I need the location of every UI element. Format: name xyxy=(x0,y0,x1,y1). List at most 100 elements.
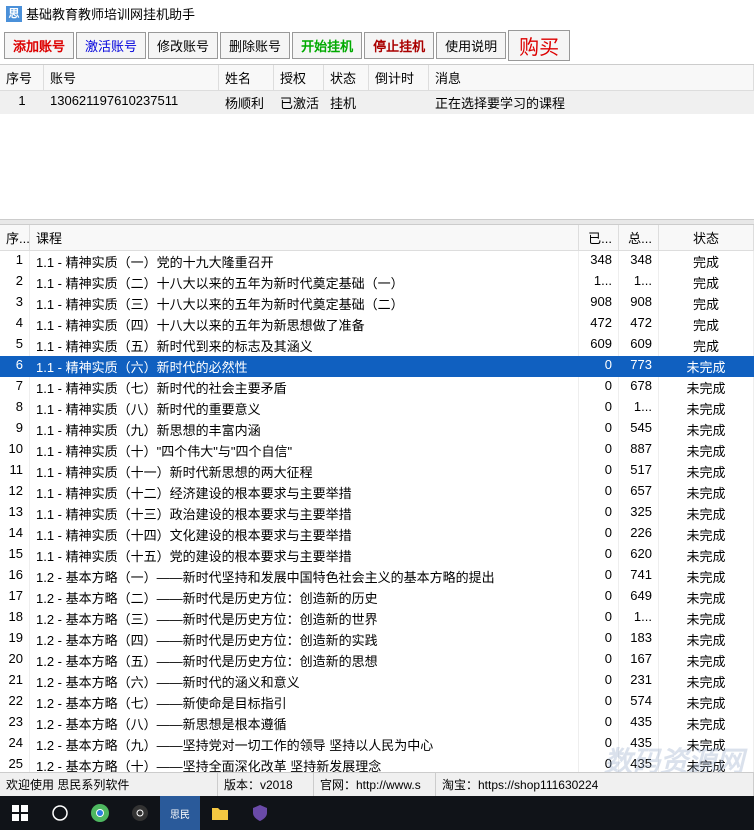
cell-idx: 12 xyxy=(0,482,30,503)
course-row[interactable]: 91.1 - 精神实质（九）新思想的丰富内涵0545未完成 xyxy=(0,419,754,440)
course-row[interactable]: 131.1 - 精神实质（十三）政治建设的根本要求与主要举措0325未完成 xyxy=(0,503,754,524)
accounts-header: 序号 账号 姓名 授权 状态 倒计时 消息 xyxy=(0,65,754,91)
activate-account-button[interactable]: 激活账号 xyxy=(76,32,146,59)
col-msg[interactable]: 消息 xyxy=(429,65,754,90)
cell-state: 未完成 xyxy=(659,650,754,671)
course-row[interactable]: 31.1 - 精神实质（三）十八大以来的五年为新时代奠定基础（二）908908完… xyxy=(0,293,754,314)
status-welcome: 欢迎使用 思民系列软件 xyxy=(0,773,218,796)
course-row[interactable]: 101.1 - 精神实质（十）"四个伟大"与"四个自信"0887未完成 xyxy=(0,440,754,461)
cell-done: 0 xyxy=(579,419,619,440)
course-row[interactable]: 241.2 - 基本方略（九）——坚持党对一切工作的领导 坚持以人民为中心043… xyxy=(0,734,754,755)
cell-state: 未完成 xyxy=(659,482,754,503)
cell-idx: 20 xyxy=(0,650,30,671)
cell-done: 0 xyxy=(579,440,619,461)
accounts-grid[interactable]: 1 130621197610237511 杨顺利 已激活 挂机 正在选择要学习的… xyxy=(0,91,754,219)
course-row[interactable]: 211.2 - 基本方略（六）——新时代的涵义和意义0231未完成 xyxy=(0,671,754,692)
cell-idx: 4 xyxy=(0,314,30,335)
course-row[interactable]: 21.1 - 精神实质（二）十八大以来的五年为新时代奠定基础（一）1...1..… xyxy=(0,272,754,293)
course-row[interactable]: 61.1 - 精神实质（六）新时代的必然性0773未完成 xyxy=(0,356,754,377)
cell-done: 0 xyxy=(579,461,619,482)
col-done[interactable]: 已... xyxy=(579,225,619,250)
cell-state: 完成 xyxy=(659,251,754,272)
status-version: 版本：v2018 xyxy=(218,773,314,796)
col-idx[interactable]: 序... xyxy=(0,225,30,250)
col-total[interactable]: 总... xyxy=(619,225,659,250)
course-row[interactable]: 181.2 - 基本方略（三）——新时代是历史方位：创造新的世界01...未完成 xyxy=(0,608,754,629)
taskbar-app2[interactable] xyxy=(240,796,280,830)
taskbar-explorer[interactable] xyxy=(200,796,240,830)
course-row[interactable]: 51.1 - 精神实质（五）新时代到来的标志及其涵义609609完成 xyxy=(0,335,754,356)
cell-course: 1.1 - 精神实质（十四）文化建设的根本要求与主要举措 xyxy=(30,524,579,545)
cell-total: 435 xyxy=(619,734,659,755)
cell-done: 0 xyxy=(579,671,619,692)
add-account-button[interactable]: 添加账号 xyxy=(4,32,74,59)
course-row[interactable]: 111.1 - 精神实质（十一）新时代新思想的两大征程0517未完成 xyxy=(0,461,754,482)
col-auth[interactable]: 授权 xyxy=(274,65,324,90)
cell-done: 0 xyxy=(579,545,619,566)
col-countdown[interactable]: 倒计时 xyxy=(369,65,429,90)
cell-total: 649 xyxy=(619,587,659,608)
course-row[interactable]: 151.1 - 精神实质（十五）党的建设的根本要求与主要举措0620未完成 xyxy=(0,545,754,566)
delete-account-button[interactable]: 删除账号 xyxy=(220,32,290,59)
cell-state: 未完成 xyxy=(659,503,754,524)
cell-total: 167 xyxy=(619,650,659,671)
cell-done: 0 xyxy=(579,398,619,419)
taskbar-browser[interactable] xyxy=(80,796,120,830)
cell-done: 0 xyxy=(579,566,619,587)
buy-button[interactable]: 购买 xyxy=(508,30,570,61)
course-row[interactable]: 201.2 - 基本方略（五）——新时代是历史方位：创造新的思想0167未完成 xyxy=(0,650,754,671)
cell-done: 0 xyxy=(579,650,619,671)
course-row[interactable]: 191.2 - 基本方略（四）——新时代是历史方位：创造新的实践0183未完成 xyxy=(0,629,754,650)
course-row[interactable]: 221.2 - 基本方略（七）——新使命是目标指引0574未完成 xyxy=(0,692,754,713)
cell-state: 未完成 xyxy=(659,566,754,587)
stop-hang-button[interactable]: 停止挂机 xyxy=(364,32,434,59)
course-row[interactable]: 171.2 - 基本方略（二）——新时代是历史方位：创造新的历史0649未完成 xyxy=(0,587,754,608)
cell-total: 773 xyxy=(619,356,659,377)
course-row[interactable]: 121.1 - 精神实质（十二）经济建设的根本要求与主要举措0657未完成 xyxy=(0,482,754,503)
toolbar: 添加账号 激活账号 修改账号 删除账号 开始挂机 停止挂机 使用说明 购买 xyxy=(0,27,754,65)
cell-total: 545 xyxy=(619,419,659,440)
start-button[interactable] xyxy=(0,796,40,830)
cell-total: 226 xyxy=(619,524,659,545)
course-row[interactable]: 81.1 - 精神实质（八）新时代的重要意义01...未完成 xyxy=(0,398,754,419)
modify-account-button[interactable]: 修改账号 xyxy=(148,32,218,59)
cell-total: 1... xyxy=(619,398,659,419)
col-idx[interactable]: 序号 xyxy=(0,65,44,90)
cell-state: 未完成 xyxy=(659,377,754,398)
cell-done: 0 xyxy=(579,356,619,377)
col-name[interactable]: 姓名 xyxy=(219,65,274,90)
cell-idx: 18 xyxy=(0,608,30,629)
col-account[interactable]: 账号 xyxy=(44,65,219,90)
cell-state: 未完成 xyxy=(659,545,754,566)
cell-done: 0 xyxy=(579,587,619,608)
cell-done: 0 xyxy=(579,503,619,524)
account-row[interactable]: 1 130621197610237511 杨顺利 已激活 挂机 正在选择要学习的… xyxy=(0,91,754,114)
taskbar-cortana[interactable] xyxy=(40,796,80,830)
col-state[interactable]: 状态 xyxy=(324,65,369,90)
course-row[interactable]: 41.1 - 精神实质（四）十八大以来的五年为新思想做了准备472472完成 xyxy=(0,314,754,335)
cell-total: 183 xyxy=(619,629,659,650)
cell-course: 1.1 - 精神实质（一）党的十九大隆重召开 xyxy=(30,251,579,272)
start-hang-button[interactable]: 开始挂机 xyxy=(292,32,362,59)
cell-done: 0 xyxy=(579,734,619,755)
course-row[interactable]: 141.1 - 精神实质（十四）文化建设的根本要求与主要举措0226未完成 xyxy=(0,524,754,545)
taskbar-active-app[interactable]: 思民 xyxy=(160,796,200,830)
col-course[interactable]: 课程 xyxy=(30,225,579,250)
course-row[interactable]: 161.2 - 基本方略（一）——新时代坚持和发展中国特色社会主义的基本方略的提… xyxy=(0,566,754,587)
col-state[interactable]: 状态 xyxy=(659,225,754,250)
course-row[interactable]: 11.1 - 精神实质（一）党的十九大隆重召开348348完成 xyxy=(0,251,754,272)
cell-state: 未完成 xyxy=(659,734,754,755)
cell-msg: 正在选择要学习的课程 xyxy=(429,91,754,114)
browser-icon xyxy=(90,803,110,823)
help-button[interactable]: 使用说明 xyxy=(436,32,506,59)
taskbar-app1[interactable] xyxy=(120,796,160,830)
cell-idx: 1 xyxy=(0,251,30,272)
courses-grid[interactable]: 11.1 - 精神实质（一）党的十九大隆重召开348348完成21.1 - 精神… xyxy=(0,251,754,797)
course-row[interactable]: 71.1 - 精神实质（七）新时代的社会主要矛盾0678未完成 xyxy=(0,377,754,398)
cell-idx: 9 xyxy=(0,419,30,440)
cell-state: 未完成 xyxy=(659,356,754,377)
cell-countdown xyxy=(369,91,429,114)
cell-idx: 24 xyxy=(0,734,30,755)
cell-total: 348 xyxy=(619,251,659,272)
course-row[interactable]: 231.2 - 基本方略（八）——新思想是根本遵循0435未完成 xyxy=(0,713,754,734)
